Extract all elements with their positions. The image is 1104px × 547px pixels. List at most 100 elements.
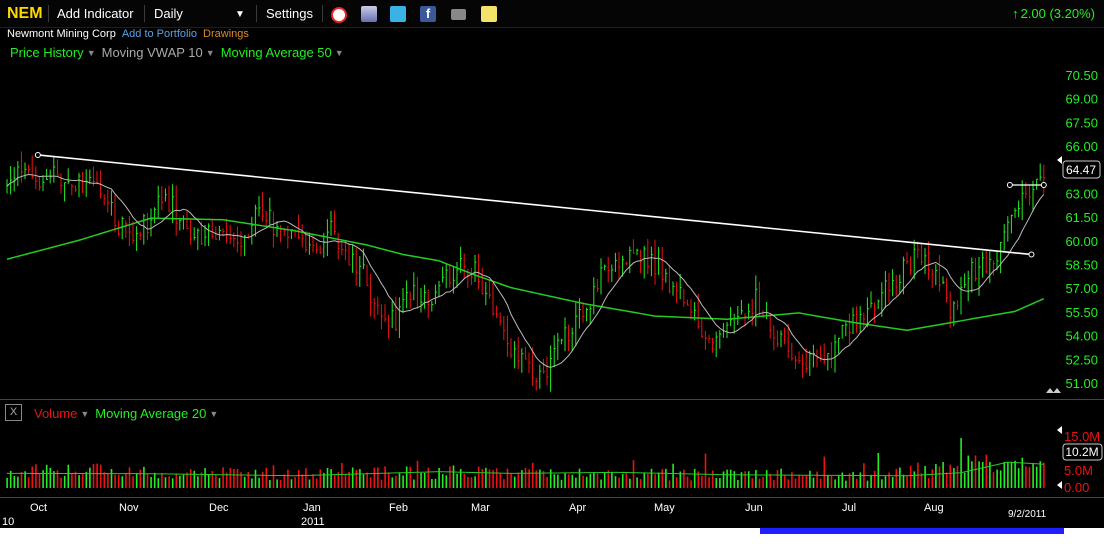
volume-bar <box>557 474 559 488</box>
price-tick-label: 70.50 <box>1065 68 1098 83</box>
volume-bar <box>531 462 534 488</box>
volume-bar <box>528 469 530 488</box>
volume-scroll-down-icon[interactable] <box>1057 481 1062 489</box>
volume-bar <box>319 469 322 488</box>
volume-bar <box>233 468 235 488</box>
volume-bar <box>89 467 91 488</box>
volume-bar <box>355 469 358 488</box>
volume-bar <box>96 463 98 488</box>
volume-bar <box>182 474 185 488</box>
volume-bar <box>431 478 433 488</box>
volume-bar <box>132 476 134 488</box>
time-scrollbar[interactable] <box>0 528 1104 547</box>
volume-bar <box>618 477 620 488</box>
volume-bar <box>143 466 145 488</box>
volume-bar <box>737 479 739 488</box>
volume-bar <box>416 460 419 488</box>
scrollbar-thumb[interactable] <box>760 528 1064 534</box>
volume-bar <box>827 475 829 488</box>
volume-bar <box>391 477 394 488</box>
volume-bar <box>877 452 880 488</box>
volume-bar <box>629 478 631 488</box>
volume-bar <box>521 470 523 488</box>
volume-bar <box>809 470 811 488</box>
volume-bar <box>63 475 66 488</box>
volume-bar <box>283 474 286 488</box>
volume-bar <box>423 472 426 488</box>
price-tick-label: 52.50 <box>1065 352 1098 367</box>
volume-bar <box>405 466 408 488</box>
price-tick-label: 63.00 <box>1065 186 1098 201</box>
volume-bar <box>60 477 62 488</box>
zoom-up-icon[interactable] <box>1053 388 1061 393</box>
trend-handle <box>1040 181 1047 188</box>
volume-bar <box>1014 460 1016 488</box>
volume-bar <box>297 469 300 488</box>
trend-lines[interactable] <box>34 151 1047 258</box>
volume-bar <box>953 468 955 488</box>
volume-bar <box>524 467 527 488</box>
volume-bar <box>884 476 887 488</box>
volume-bar <box>351 467 354 488</box>
volume-bar <box>49 467 52 488</box>
volume-bar <box>305 468 307 488</box>
time-axis-label: 10 <box>2 516 14 528</box>
volume-bar <box>117 474 120 488</box>
volume-bar <box>150 476 152 488</box>
volume-bar <box>661 468 664 488</box>
volume-bar <box>549 469 552 488</box>
last-price-label: 64.47 <box>1066 163 1096 177</box>
volume-bar <box>881 479 883 488</box>
volume-bar <box>17 476 19 488</box>
volume-bars <box>6 438 1045 488</box>
volume-bar <box>380 479 383 488</box>
volume-bar <box>963 472 966 488</box>
volume-bar <box>762 476 764 488</box>
volume-bar <box>686 476 689 488</box>
volume-tick-label: 15.0M <box>1064 429 1100 444</box>
volume-bar <box>510 473 512 488</box>
volume-bar <box>909 465 912 488</box>
price-tick-label: 67.50 <box>1065 115 1098 130</box>
volume-bar <box>1017 468 1020 488</box>
volume-bar <box>985 454 988 488</box>
volume-bar <box>819 478 822 488</box>
volume-bar <box>488 469 491 488</box>
volume-bar <box>830 475 833 488</box>
volume-bar <box>287 469 289 488</box>
volume-bar <box>362 474 365 488</box>
volume-bar <box>1003 461 1006 488</box>
volume-bar <box>578 468 581 488</box>
zoom-up-icon[interactable] <box>1046 388 1054 393</box>
volume-bar <box>38 473 41 488</box>
volume-bar <box>798 474 800 488</box>
volume-bar <box>251 478 253 488</box>
volume-bar <box>715 478 718 488</box>
volume-bar <box>179 475 181 488</box>
volume-bar <box>236 469 239 488</box>
volume-bar <box>463 473 466 488</box>
volume-bar <box>816 471 818 488</box>
volume-bar <box>564 473 566 488</box>
volume-bar <box>279 480 282 488</box>
volume-bar <box>215 475 217 488</box>
volume-scroll-up-icon[interactable] <box>1057 426 1062 434</box>
volume-bar <box>128 467 131 488</box>
volume-bar <box>726 469 728 488</box>
volume-bar <box>373 467 376 488</box>
volume-bar <box>931 469 934 488</box>
stock-chart[interactable]: 70.5069.0067.5066.0064.5063.0061.5060.00… <box>0 0 1104 528</box>
volume-bar <box>1043 462 1045 488</box>
volume-bar <box>927 478 930 488</box>
volume-bar <box>395 475 397 488</box>
volume-bar <box>269 480 271 488</box>
volume-bar <box>643 472 646 488</box>
volume-bar <box>906 476 908 488</box>
volume-bar <box>1010 461 1013 488</box>
volume-bar <box>427 467 430 488</box>
volume-bar <box>157 478 160 488</box>
volume-bar <box>103 472 106 488</box>
volume-bar <box>434 478 437 488</box>
price-tick-label: 58.50 <box>1065 258 1098 273</box>
volume-bar <box>675 477 678 488</box>
